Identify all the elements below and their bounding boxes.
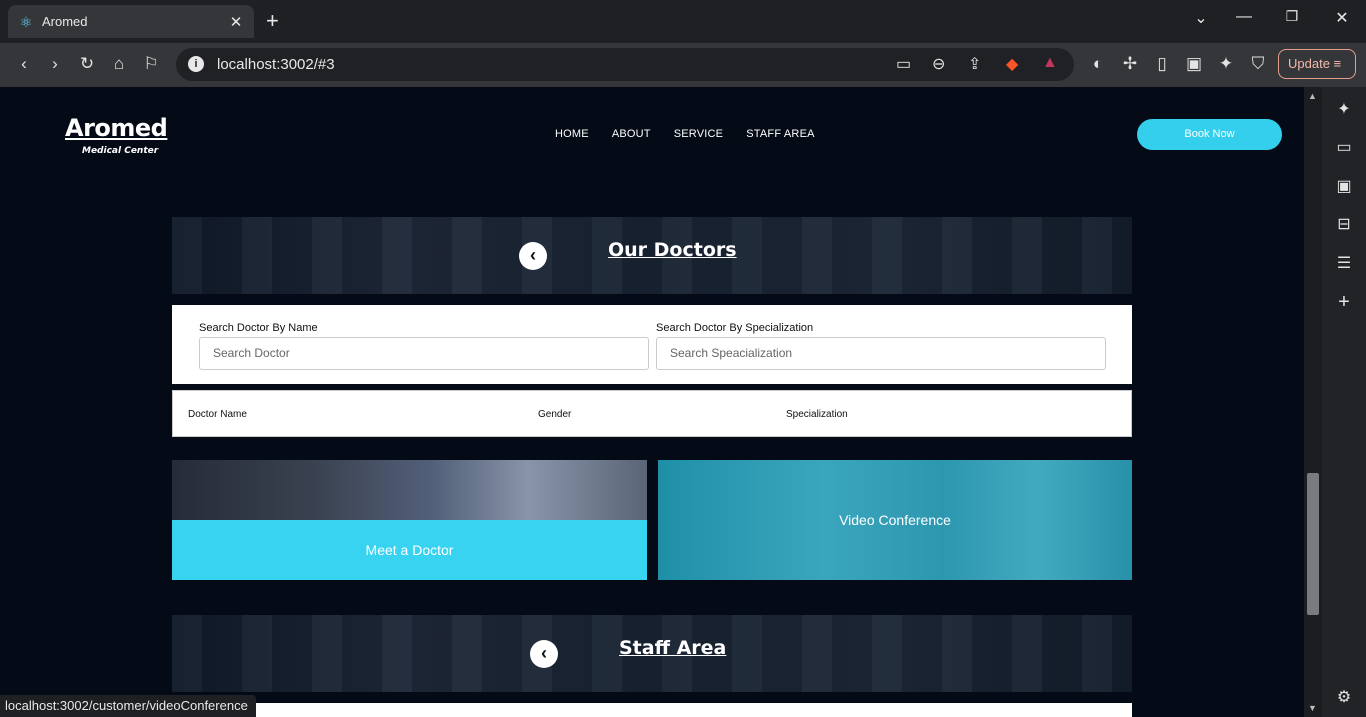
tab-title: Aromed xyxy=(42,14,88,29)
main-nav: HOME ABOUT SERVICE STAFF AREA xyxy=(555,128,815,140)
home-icon[interactable]: ⌂ xyxy=(107,53,131,75)
site-info-icon[interactable]: i xyxy=(188,56,204,72)
staff-title: Staff Area xyxy=(619,637,727,659)
new-tab-icon[interactable]: + xyxy=(266,9,279,33)
tab-search-chevron-icon[interactable]: ⌄ xyxy=(1186,8,1216,28)
share-icon[interactable]: ⇪ xyxy=(968,54,981,74)
video-conference-card[interactable]: Video Conference xyxy=(658,460,1132,580)
meet-doctor-card[interactable]: Meet a Doctor xyxy=(172,460,647,580)
browser-toolbar: ‹ › ↻ ⌂ ⚐ i localhost:3002/#3 ▭ ⊖ ⇪ ◆ ▲ … xyxy=(0,43,1366,87)
search-doctor-input[interactable]: Search Doctor xyxy=(199,337,649,370)
video-conference-label: Video Conference xyxy=(839,512,951,528)
leo-ai-icon[interactable]: ✦ xyxy=(1214,53,1238,75)
react-favicon-icon: ⚛ xyxy=(19,13,33,30)
back-arrow-icon[interactable]: ‹ xyxy=(530,640,558,668)
back-icon[interactable]: ‹ xyxy=(12,53,36,75)
col-gender[interactable]: Gender xyxy=(538,409,571,420)
col-doctor-name[interactable]: Doctor Name xyxy=(188,409,247,420)
nav-home[interactable]: HOME xyxy=(555,128,589,140)
add-panel-icon[interactable]: + xyxy=(1334,291,1354,314)
browser-tab[interactable]: ⚛ Aromed ✕ xyxy=(8,5,254,38)
col-specialization[interactable]: Specialization xyxy=(786,409,848,420)
sidebar-toggle-icon[interactable]: ▯ xyxy=(1150,53,1174,75)
doctors-title: Our Doctors xyxy=(608,239,737,261)
browser-side-panel: ✦ ▭ ▣ ⊟ ☰ + ⚙ xyxy=(1322,87,1366,717)
brave-shields-icon[interactable]: ◆ xyxy=(1006,54,1018,74)
close-tab-icon[interactable]: ✕ xyxy=(224,13,248,31)
web-page: Aromed Medical Center HOME ABOUT SERVICE… xyxy=(0,87,1304,717)
doctors-banner: ‹ Our Doctors xyxy=(172,217,1132,294)
nav-staff-area[interactable]: STAFF AREA xyxy=(746,128,814,140)
scroll-down-icon[interactable]: ▼ xyxy=(1308,703,1317,713)
bookmarks-icon[interactable]: ⊟ xyxy=(1334,214,1354,234)
search-specialization-input[interactable]: Search Speacialization xyxy=(656,337,1106,370)
zoom-icon[interactable]: ⊖ xyxy=(932,54,945,74)
restore-icon[interactable]: ❐ xyxy=(1277,8,1307,25)
cast-icon[interactable]: ▭ xyxy=(896,54,911,74)
brave-rewards-icon[interactable]: ▲ xyxy=(1042,54,1058,72)
doctor-search-panel: Search Doctor By Name Search Doctor Sear… xyxy=(172,305,1132,384)
url-text[interactable]: localhost:3002/#3 xyxy=(217,56,335,73)
search-spec-label: Search Doctor By Specialization xyxy=(656,322,814,334)
shield-icon[interactable]: ⛉ xyxy=(1246,53,1270,75)
address-bar[interactable]: i localhost:3002/#3 ▭ ⊖ ⇪ ◆ ▲ xyxy=(176,48,1074,81)
scroll-up-icon[interactable]: ▲ xyxy=(1308,91,1317,101)
meet-doctor-label: Meet a Doctor xyxy=(172,520,647,580)
settings-gear-icon[interactable]: ⚙ xyxy=(1334,687,1354,707)
reload-icon[interactable]: ↻ xyxy=(75,53,99,75)
nav-service[interactable]: SERVICE xyxy=(674,128,724,140)
reading-list-icon[interactable]: ☰ xyxy=(1334,253,1354,273)
book-now-button[interactable]: Book Now xyxy=(1137,119,1282,150)
page-scrollbar[interactable]: ▲ ▼ xyxy=(1304,87,1322,717)
update-button[interactable]: Update ≡ xyxy=(1278,49,1356,79)
vpn-icon[interactable]: ◐ xyxy=(1086,53,1110,75)
staff-panel xyxy=(172,703,1132,717)
leo-ai-icon[interactable]: ✦ xyxy=(1334,99,1354,119)
staff-banner: ‹ Staff Area xyxy=(172,615,1132,692)
doctors-table-header: Doctor Name Gender Specialization xyxy=(172,390,1132,437)
nav-about[interactable]: ABOUT xyxy=(612,128,651,140)
back-arrow-icon[interactable]: ‹ xyxy=(519,242,547,270)
extensions-icon[interactable]: ✢ xyxy=(1118,53,1142,75)
site-logo-subtitle: Medical Center xyxy=(82,146,159,156)
wallet-icon[interactable]: ▣ xyxy=(1182,53,1206,75)
status-bar: localhost:3002/customer/videoConference xyxy=(0,695,256,717)
minimize-icon[interactable]: — xyxy=(1229,8,1259,26)
scroll-thumb[interactable] xyxy=(1307,473,1319,615)
talk-icon[interactable]: ▭ xyxy=(1334,137,1354,157)
wallet-icon[interactable]: ▣ xyxy=(1334,176,1354,196)
forward-icon[interactable]: › xyxy=(43,53,67,75)
bookmark-icon[interactable]: ⚐ xyxy=(139,53,163,75)
search-name-label: Search Doctor By Name xyxy=(199,322,318,334)
site-logo[interactable]: Aromed xyxy=(65,114,168,142)
browser-tab-bar: ⚛ Aromed ✕ + ⌄ — ❐ ✕ xyxy=(0,0,1366,43)
update-label: Update xyxy=(1288,56,1330,71)
window-close-icon[interactable]: ✕ xyxy=(1327,8,1357,28)
